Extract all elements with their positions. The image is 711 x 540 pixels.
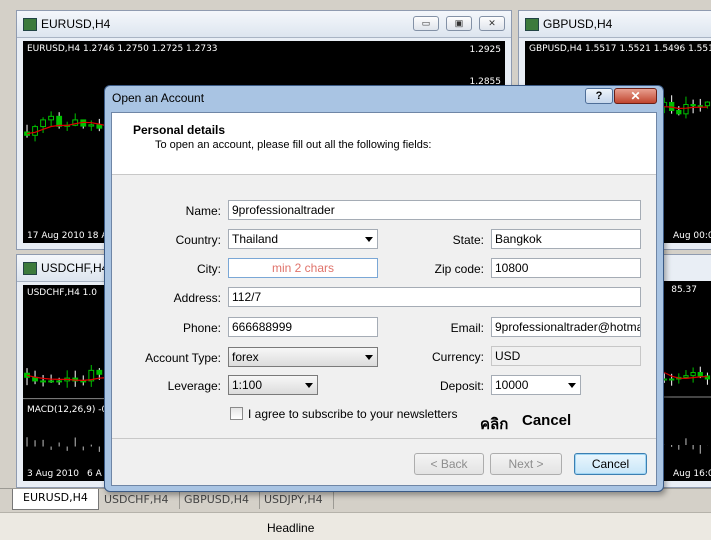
chevron-down-icon [568, 383, 576, 388]
chart-icon [23, 262, 37, 275]
chart-title: EURUSD,H4 [41, 17, 111, 31]
candle-body [96, 124, 103, 129]
currency-field: USD [491, 346, 641, 366]
chart-titlebar[interactable]: EURUSD,H4 ▭ ▣ ✕ [17, 11, 511, 38]
leverage-label: Leverage: [167, 379, 221, 393]
chart-ohlc-label: EURUSD,H4 1.2746 1.2750 1.2725 1.2733 [27, 44, 218, 54]
headline-column-header[interactable]: Headline [267, 521, 314, 535]
dialog-content: Personal details To open an account, ple… [111, 112, 657, 486]
price-label: 85.37 [671, 285, 697, 295]
chart-title: USDCHF,H4 [41, 261, 109, 275]
email-label: Email: [450, 321, 484, 335]
candle-body [669, 378, 675, 381]
back-button[interactable]: < Back [414, 453, 484, 475]
phone-label: Phone: [182, 321, 221, 335]
deposit-label: Deposit: [439, 379, 484, 393]
newsletter-label[interactable]: I agree to subscribe to your newsletters [248, 407, 457, 421]
country-value: Thailand [232, 232, 279, 246]
restore-button[interactable]: ▣ [446, 16, 472, 31]
candle-body [48, 380, 55, 383]
candle-body [704, 101, 711, 107]
section-subtitle: To open an account, please fill out all … [155, 139, 432, 151]
address-label: Address: [173, 291, 221, 305]
help-button[interactable]: ? [585, 88, 613, 104]
city-label: City: [197, 262, 221, 276]
country-label: Country: [175, 233, 221, 247]
candle-body [690, 104, 696, 107]
date-label: 3 Aug 2010 [27, 469, 79, 479]
date-label: Aug 00:0 [673, 231, 711, 241]
annotation-click-text: คลิก [480, 416, 509, 433]
section-title: Personal details [133, 123, 226, 137]
name-field[interactable]: 9professionaltrader [228, 200, 641, 220]
annotation-cancel-text: Cancel [522, 412, 572, 429]
candle-body [683, 375, 689, 378]
candle-body [697, 105, 703, 108]
city-field[interactable]: min 2 chars [228, 258, 378, 278]
chart-titlebar[interactable]: GBPUSD,H4 [519, 11, 711, 38]
open-account-dialog: Open an Account ? ✕ Personal details To … [104, 85, 664, 492]
dialog-close-button[interactable]: ✕ [614, 88, 657, 104]
country-select[interactable]: Thailand [228, 229, 378, 249]
chart-ohlc-label: USDCHF,H4 1.0 [27, 288, 97, 298]
tab-eurusd[interactable]: EURUSD,H4 [12, 489, 99, 510]
address-field[interactable]: 112/7 [228, 287, 641, 307]
newsletter-checkbox[interactable] [230, 407, 243, 420]
dialog-header: Personal details To open an account, ple… [112, 113, 656, 175]
macd-label: MACD(12,26,9) -0 [27, 405, 108, 415]
tab-gbpusd[interactable]: GBPUSD,H4 [174, 491, 260, 509]
cancel-button[interactable]: Cancel [574, 453, 647, 475]
tab-usdjpy[interactable]: USDJPY,H4 [254, 491, 334, 509]
state-field[interactable]: Bangkok [491, 229, 641, 249]
phone-field[interactable]: 666688999 [228, 317, 378, 337]
currency-label: Currency: [431, 350, 484, 364]
status-bar: Headline [0, 512, 711, 540]
email-field[interactable]: 9professionaltrader@hotmail.co [491, 317, 641, 337]
deposit-select[interactable]: 10000 [491, 375, 581, 395]
next-button[interactable]: Next > [490, 453, 562, 475]
name-label: Name: [185, 204, 221, 218]
candle-body [40, 380, 46, 383]
candle-body [683, 104, 689, 115]
minimize-button[interactable]: ▭ [413, 16, 439, 31]
candle-body [80, 380, 87, 383]
candle-body [56, 115, 63, 127]
date-label: 6 A [87, 469, 102, 479]
state-label: State: [452, 233, 484, 247]
candle-body [676, 109, 682, 115]
account-type-select[interactable]: forex [228, 347, 378, 367]
footer-divider [112, 438, 656, 439]
chart-icon [525, 18, 539, 31]
date-label: Aug 16:00 [673, 469, 711, 479]
candle-body [32, 126, 38, 136]
chart-title: GBPUSD,H4 [543, 17, 613, 31]
candle-body [88, 124, 95, 127]
deposit-value: 10000 [495, 378, 529, 392]
candle-body [690, 372, 696, 377]
zip-field[interactable]: 10800 [491, 258, 641, 278]
price-label: 1.2925 [469, 45, 502, 55]
candle-body [697, 372, 703, 377]
chart-icon [23, 18, 37, 31]
account-type-value: forex [232, 350, 259, 364]
candle-body [48, 115, 55, 121]
chart-ohlc-label: GBPUSD,H4 1.5517 1.5521 1.5496 1.551 [529, 44, 711, 54]
chevron-down-icon [305, 383, 313, 388]
leverage-select[interactable]: 1:100 [228, 375, 318, 395]
candle-body [56, 380, 63, 383]
zip-label: Zip code: [434, 262, 484, 276]
close-button[interactable]: ✕ [479, 16, 505, 31]
candle-body [40, 119, 46, 128]
account-type-label: Account Type: [145, 351, 221, 365]
dialog-title: Open an Account [112, 91, 205, 105]
date-label: 17 Aug 2010 [27, 231, 85, 241]
chevron-down-icon [365, 237, 373, 242]
chevron-down-icon [365, 355, 373, 360]
leverage-value: 1:100 [232, 378, 263, 392]
tab-usdchf[interactable]: USDCHF,H4 [94, 491, 180, 509]
candle-body [96, 369, 103, 375]
